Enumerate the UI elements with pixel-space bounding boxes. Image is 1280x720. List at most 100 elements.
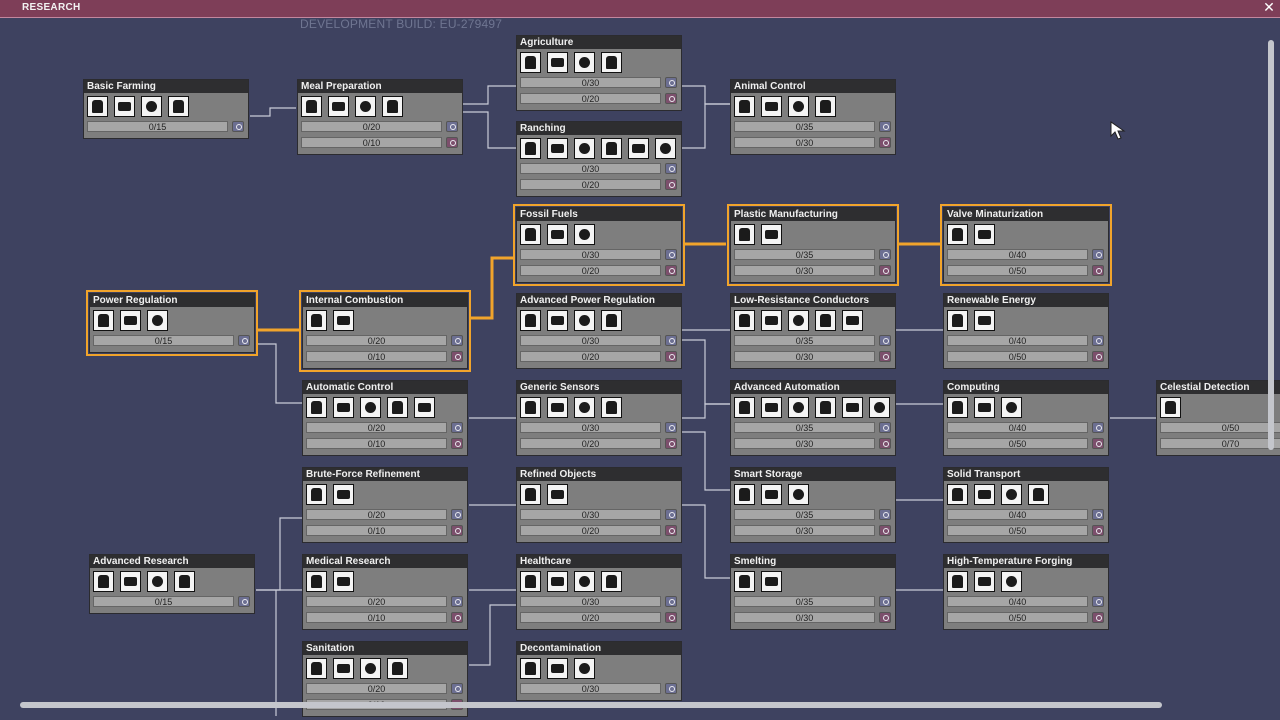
grooming-station-icon[interactable]	[628, 138, 649, 159]
research-station-icon[interactable]	[120, 571, 141, 592]
hand-sanitizer-icon[interactable]	[547, 658, 568, 679]
research-card-smelting[interactable]: Smelting 0/35 0/30	[730, 554, 896, 630]
research-card-meal-preparation[interactable]: Meal Preparation 0/20 0/10	[297, 79, 463, 155]
research-card-computing[interactable]: Computing 0/40 0/50	[943, 380, 1109, 456]
mess-table-icon[interactable]	[355, 96, 376, 117]
large-transformer-icon[interactable]	[815, 310, 836, 331]
critter-lure-icon[interactable]	[734, 96, 755, 117]
memory-toggle-icon[interactable]	[869, 397, 890, 418]
research-card-healthcare[interactable]: Healthcare 0/30 0/20	[516, 554, 682, 630]
research-card-plastic-manufacturing[interactable]: Plastic Manufacturing 0/35 0/30	[727, 204, 899, 286]
critter-trap-icon[interactable]	[520, 138, 541, 159]
robo-miner-icon[interactable]	[974, 397, 995, 418]
research-card-generic-sensors[interactable]: Generic Sensors 0/30 0/20	[516, 380, 682, 456]
solar-panel-icon[interactable]	[974, 310, 995, 331]
auto-sweeper-icon[interactable]	[974, 484, 995, 505]
hydrogen-generator-icon[interactable]	[520, 310, 541, 331]
research-card-power-regulation[interactable]: Power Regulation 0/15	[86, 290, 258, 356]
thermo-sensor-icon[interactable]	[601, 397, 622, 418]
research-card-solid-transport[interactable]: Solid Transport 0/40 0/50	[943, 467, 1109, 543]
research-card-celestial-detection[interactable]: Celestial Detection 0/50 0/70	[1156, 380, 1280, 456]
farm-tile-icon[interactable]	[114, 96, 135, 117]
ceiling-light-icon[interactable]	[520, 484, 541, 505]
sick-bay-icon[interactable]	[333, 571, 354, 592]
battery-icon[interactable]	[93, 310, 114, 331]
metal-tile-icon[interactable]	[947, 571, 968, 592]
lavatory-icon[interactable]	[306, 658, 327, 679]
bunker-tile-icon[interactable]	[974, 571, 995, 592]
super-computer-icon[interactable]	[93, 571, 114, 592]
duplicant-motion-sensor-icon[interactable]	[547, 397, 568, 418]
research-card-fossil-fuels[interactable]: Fossil Fuels 0/30 0/20	[513, 204, 685, 286]
and-gate-icon[interactable]	[734, 397, 755, 418]
wire-bridge-icon[interactable]	[387, 397, 408, 418]
research-card-agriculture[interactable]: Agriculture 0/30 0/20	[516, 35, 682, 111]
conveyor-receptacle-icon[interactable]	[1001, 484, 1022, 505]
or-gate-icon[interactable]	[761, 397, 782, 418]
filter-gate-icon[interactable]	[842, 397, 863, 418]
research-card-animal-control[interactable]: Animal Control 0/35 0/30	[730, 79, 896, 155]
conveyor-bridge-icon[interactable]	[1028, 484, 1049, 505]
refined-wire-icon[interactable]	[842, 310, 863, 331]
research-card-advanced-automation[interactable]: Advanced Automation 0/35 0/30	[730, 380, 896, 456]
conveyor-loader-icon[interactable]	[734, 484, 755, 505]
airborne-critter-bait-icon[interactable]	[788, 96, 809, 117]
egg-incubator-icon[interactable]	[574, 138, 595, 159]
hydroponic-farm-icon[interactable]	[141, 96, 162, 117]
metal-refinery-icon[interactable]	[734, 571, 755, 592]
electric-grill-icon[interactable]	[328, 96, 349, 117]
steam-turbine-icon[interactable]	[947, 310, 968, 331]
not-gate-icon[interactable]	[788, 397, 809, 418]
wash-basin-icon[interactable]	[387, 658, 408, 679]
heavi-watt-wire-icon[interactable]	[547, 310, 568, 331]
liquid-reservoir-icon[interactable]	[788, 484, 809, 505]
research-card-valve-minaturization[interactable]: Valve Minaturization 0/40 0/50	[940, 204, 1112, 286]
oil-well-icon[interactable]	[520, 224, 541, 245]
shearing-station-icon[interactable]	[655, 138, 676, 159]
automated-door-icon[interactable]	[306, 397, 327, 418]
research-card-renewable-energy[interactable]: Renewable Energy 0/40 0/50	[943, 293, 1109, 369]
heavi-watt-joint-icon[interactable]	[788, 310, 809, 331]
thermo-regulator-icon[interactable]	[1001, 571, 1022, 592]
critter-feeder-icon[interactable]	[601, 138, 622, 159]
sauna-icon[interactable]	[601, 571, 622, 592]
window-tile-icon[interactable]	[547, 484, 568, 505]
horizontal-scrollbar[interactable]	[20, 702, 1162, 708]
smart-battery-icon[interactable]	[601, 310, 622, 331]
super-computer-icon[interactable]	[947, 397, 968, 418]
coal-generator-icon[interactable]	[306, 310, 327, 331]
conveyor-rail-icon[interactable]	[947, 484, 968, 505]
petroleum-generator-icon[interactable]	[574, 224, 595, 245]
fertilizer-synthesizer-icon[interactable]	[520, 52, 541, 73]
research-card-brute-force-refinement[interactable]: Brute-Force Refinement 0/20 0/10	[302, 467, 468, 543]
wood-burner-icon[interactable]	[333, 310, 354, 331]
massage-table-icon[interactable]	[520, 571, 541, 592]
planter-icon[interactable]	[574, 52, 595, 73]
vertical-scrollbar[interactable]	[1268, 40, 1274, 450]
plastic-ladder-icon[interactable]	[761, 224, 782, 245]
compost-icon[interactable]	[168, 96, 189, 117]
polymer-press-icon[interactable]	[734, 224, 755, 245]
automation-screen-icon[interactable]	[1001, 397, 1022, 418]
planter-box-icon[interactable]	[87, 96, 108, 117]
orbital-data-icon[interactable]	[174, 571, 195, 592]
buffer-gate-icon[interactable]	[815, 397, 836, 418]
research-card-refined-objects[interactable]: Refined Objects 0/30 0/20	[516, 467, 682, 543]
research-card-low-resistance-conductors[interactable]: Low-Resistance Conductors 0/35 0/30	[730, 293, 896, 369]
grow-lamp-icon[interactable]	[601, 52, 622, 73]
oil-refinery-icon[interactable]	[547, 224, 568, 245]
research-card-medical-research[interactable]: Medical Research 0/20 0/10	[302, 554, 468, 630]
conductive-bridge-icon[interactable]	[761, 310, 782, 331]
research-card-basic-farming[interactable]: Basic Farming 0/15	[83, 79, 249, 139]
mini-liquid-pump-icon[interactable]	[974, 224, 995, 245]
hydro-sensor-icon[interactable]	[574, 397, 595, 418]
research-card-high-temperature-forging[interactable]: High-Temperature Forging 0/40 0/50	[943, 554, 1109, 630]
refrigerator-icon[interactable]	[382, 96, 403, 117]
research-card-internal-combustion[interactable]: Internal Combustion 0/20 0/10	[299, 290, 471, 372]
critter-pick-up-icon[interactable]	[815, 96, 836, 117]
automation-wire-icon[interactable]	[333, 397, 354, 418]
shower-icon[interactable]	[360, 658, 381, 679]
mini-gas-pump-icon[interactable]	[947, 224, 968, 245]
research-card-decontamination[interactable]: Decontamination 0/30	[516, 641, 682, 701]
rock-crusher-icon[interactable]	[306, 484, 327, 505]
